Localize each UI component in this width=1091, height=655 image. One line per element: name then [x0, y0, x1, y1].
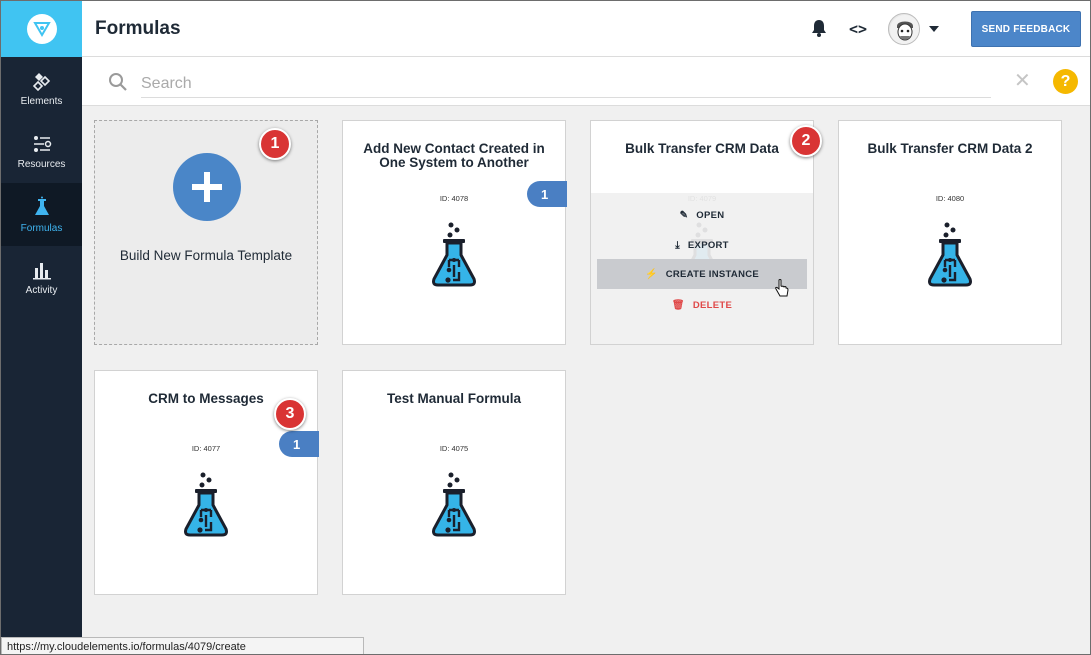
elements-icon [32, 72, 50, 91]
page-title: Formulas [95, 18, 181, 39]
top-header: Formulas <> SEND FEEDBACK [82, 1, 1090, 57]
flask-icon [432, 472, 476, 537]
open-menu-item[interactable]: ✎ OPEN [597, 201, 807, 229]
send-feedback-button[interactable]: SEND FEEDBACK [971, 11, 1081, 47]
flask-icon [184, 472, 228, 537]
sidebar-item-label: Formulas [20, 222, 63, 234]
search-bar: ✕ ? [82, 57, 1090, 106]
pencil-icon: ✎ [679, 209, 689, 221]
callout-badge-3: 3 [274, 398, 306, 430]
search-input[interactable] [141, 71, 991, 98]
formula-card[interactable]: Test Manual Formula ID: 4075 [342, 370, 566, 595]
callout-badge-2: 2 [790, 125, 822, 157]
formula-id: ID: 4075 [439, 444, 469, 453]
sidebar-item-resources[interactable]: Resources [1, 120, 82, 183]
formula-title: Test Manual Formula [386, 391, 522, 406]
flask-icon [34, 196, 49, 215]
resources-icon [33, 135, 51, 152]
download-icon: ⤓ [675, 239, 680, 251]
lightning-icon: ⚡ [644, 268, 658, 280]
formula-title: Bulk Transfer CRM Data 2 [867, 141, 1033, 156]
instance-count-badge: 1 [527, 181, 567, 207]
cloud-elements-logo-icon [26, 14, 57, 44]
sidebar-item-activity[interactable]: Activity [1, 246, 82, 309]
formula-id: ID: 4080 [935, 194, 965, 203]
menu-label: CREATE INSTANCE [665, 268, 760, 280]
logo[interactable] [1, 1, 82, 57]
sidebar-item-label: Activity [25, 284, 58, 296]
sidebar-item-elements[interactable]: Elements [1, 57, 82, 120]
menu-label: DELETE [692, 299, 733, 311]
export-menu-item[interactable]: ⤓ EXPORT [597, 231, 807, 259]
avatar[interactable] [888, 13, 920, 45]
flask-icon [928, 222, 972, 287]
plus-icon[interactable] [173, 153, 241, 221]
formula-card[interactable]: Bulk Transfer CRM Data ID: 4079 ✎ OPEN ⤓… [590, 120, 814, 345]
bell-icon[interactable] [811, 19, 827, 37]
close-icon[interactable]: ✕ [1014, 71, 1031, 91]
formula-card[interactable]: Bulk Transfer CRM Data 2 ID: 4080 [838, 120, 1062, 345]
formula-title: Bulk Transfer CRM Data [625, 141, 779, 156]
status-url-bar: https://my.cloudelements.io/formulas/407… [1, 637, 364, 654]
help-icon[interactable]: ? [1053, 69, 1078, 94]
search-icon [109, 73, 127, 91]
chevron-down-icon[interactable] [929, 26, 939, 32]
sidebar-item-label: Elements [20, 95, 63, 107]
instance-count-badge: 1 [279, 431, 319, 457]
trash-icon: 🗑 [671, 299, 685, 311]
callout-badge-1: 1 [259, 128, 291, 160]
sidebar: Elements Resources Formulas Activity [1, 1, 82, 654]
bar-chart-icon [32, 262, 51, 279]
app-window: Elements Resources Formulas Activity For… [0, 0, 1091, 655]
menu-label: OPEN [696, 209, 725, 221]
hand-cursor-icon [775, 279, 789, 297]
code-icon[interactable]: <> [849, 20, 867, 38]
sidebar-item-formulas[interactable]: Formulas [1, 183, 82, 246]
sidebar-item-label: Resources [17, 158, 66, 170]
formula-card[interactable]: Add New Contact Created in One System to… [342, 120, 567, 345]
build-formula-label: Build New Formula Template [119, 248, 293, 263]
flask-icon [432, 222, 476, 287]
formula-title: Add New Contact Created in One System to… [363, 141, 545, 170]
menu-label: EXPORT [687, 239, 729, 251]
formula-actions-menu: ✎ OPEN ⤓ EXPORT ⚡ CREATE INSTANCE 🗑 DELE… [591, 193, 813, 344]
